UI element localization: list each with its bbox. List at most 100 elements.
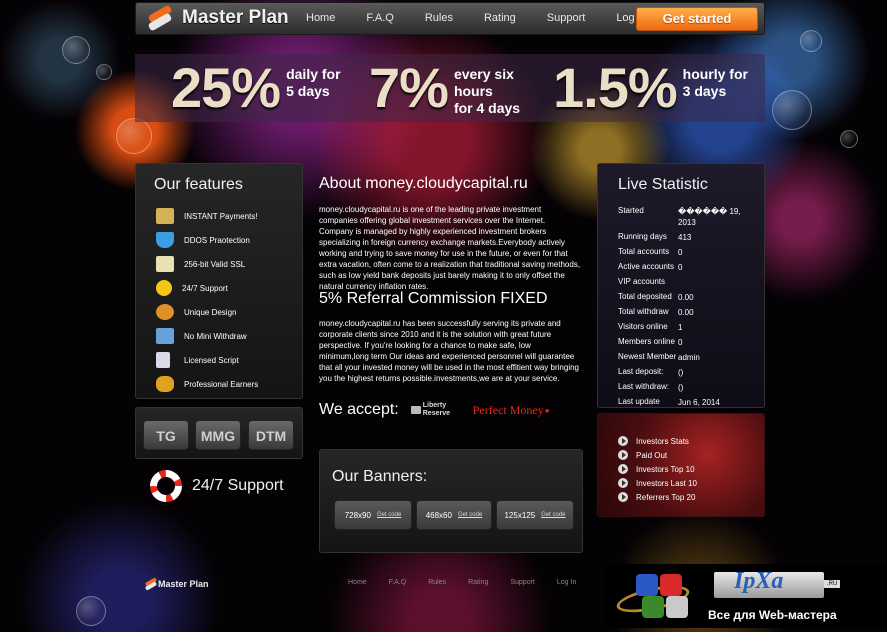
footer-nav-home[interactable]: Home	[348, 579, 367, 586]
stat-row: Total accounts 0	[618, 247, 760, 258]
stat-key: Total deposited	[618, 292, 672, 301]
badge-tg[interactable]: TG	[143, 420, 189, 450]
ipxa-watermark: IpXa .RU Все для Web-мастера	[604, 564, 887, 628]
logo-mark-icon	[146, 4, 174, 32]
monitor-icon	[156, 328, 174, 344]
brand-logo[interactable]: Master Plan	[146, 4, 289, 32]
banner-125x125-button[interactable]: 125x125 Get code	[496, 500, 574, 530]
bubble	[800, 30, 822, 52]
stat-value: 0.00	[678, 308, 694, 317]
stat-value	[678, 277, 760, 286]
rate-desc-line: 5 days	[286, 83, 330, 99]
stat-value: ()	[678, 383, 684, 392]
badge-mmg[interactable]: MMG	[195, 420, 241, 450]
link-paid-out[interactable]: Paid Out	[598, 448, 764, 462]
stat-value: 1	[678, 323, 683, 332]
stat-key: Visitors online	[618, 322, 668, 331]
badge-dtm[interactable]: DTM	[248, 420, 294, 450]
arrow-right-icon	[618, 436, 628, 446]
feature-item: 24/7 Support	[136, 276, 302, 300]
features-title: Our features	[154, 176, 243, 193]
footer-nav-login[interactable]: Log In	[557, 579, 576, 586]
payment-methods: We accept: Liberty Reserve Perfect Money …	[319, 401, 550, 419]
get-code-link[interactable]: Get code	[458, 512, 482, 518]
stat-row: Total withdraw 0.00	[618, 307, 760, 318]
rate-value: 7%	[369, 56, 449, 119]
get-code-link[interactable]: Get code	[377, 512, 401, 518]
perfect-money-logo[interactable]: Perfect Money	[473, 403, 544, 418]
banner-468x60-button[interactable]: 468x60 Get code	[416, 500, 492, 530]
banner-728x90-button[interactable]: 728x90 Get code	[334, 500, 412, 530]
feature-label: Professional Earners	[184, 379, 259, 389]
stat-row: Visitors online 1	[618, 322, 760, 333]
bubble	[96, 64, 112, 80]
link-investors-stats[interactable]: Investors Stats	[598, 434, 764, 448]
rate-desc-line: daily for	[286, 66, 341, 82]
stat-key: Active accounts	[618, 262, 675, 271]
support-block[interactable]: 24/7 Support	[150, 470, 284, 502]
nav-rules[interactable]: Rules	[425, 12, 453, 24]
stat-value: 0.00	[678, 293, 694, 302]
rate-desc-line: hourly for	[682, 66, 748, 82]
stats-title: Live Statistic	[618, 176, 708, 193]
stat-row: Total deposited 0.00	[618, 292, 760, 303]
nav-home[interactable]: Home	[306, 12, 335, 24]
nav-rating[interactable]: Rating	[484, 12, 516, 24]
ipxa-tagline: Все для Web-мастера	[708, 608, 837, 622]
rate-value: 1.5%	[553, 56, 678, 119]
feature-label: Licensed Script	[184, 355, 239, 365]
get-code-link[interactable]: Get code	[541, 512, 565, 518]
stat-value: 0	[678, 263, 683, 272]
investor-links-panel: Investors Stats Paid Out Investors Top 1…	[597, 413, 765, 517]
footer-nav-support[interactable]: Support	[510, 579, 535, 586]
features-panel: Our features INSTANT Payments! DDOS Prao…	[135, 163, 303, 399]
stat-value: ������ 19, 2013	[678, 207, 741, 227]
feature-item: Unique Design	[136, 300, 302, 324]
bubble	[76, 596, 106, 626]
smiley-icon	[156, 280, 172, 296]
feature-item: Licensed Script	[136, 348, 302, 372]
nav-faq[interactable]: F.A.Q	[366, 12, 394, 24]
rate-plan-1: 25% daily for 5 days	[171, 58, 341, 118]
footer-nav-rules[interactable]: Rules	[428, 579, 446, 586]
link-referrers-top-20[interactable]: Referrers Top 20	[598, 490, 764, 504]
feature-item: DDOS Praotection	[136, 228, 302, 252]
stat-key: Last withdraw:	[618, 382, 670, 391]
stat-value: 0	[678, 338, 683, 347]
footer-brand: Master Plan	[158, 579, 209, 589]
nav-support[interactable]: Support	[547, 12, 586, 24]
rate-desc-line: for 4 days	[453, 100, 521, 116]
bubble	[116, 118, 152, 154]
link-label: Investors Last 10	[636, 478, 697, 488]
about-text: money.cloudycapital.ru is one of the lea…	[319, 205, 581, 291]
arrow-right-icon	[618, 464, 628, 474]
link-label: Referrers Top 20	[636, 492, 696, 502]
footer-nav-faq[interactable]: F.A.Q	[389, 579, 407, 586]
stat-key: Members online	[618, 337, 675, 346]
perfect-money-dot-icon: ●	[544, 405, 550, 415]
footer-nav: Home F.A.Q Rules Rating Support Log In	[348, 579, 598, 586]
rate-plan-2: 7% every six hours for 4 days	[369, 58, 520, 118]
stat-key: VIP accounts	[618, 277, 665, 286]
top-nav-bar: Master Plan Home F.A.Q Rules Rating Supp…	[135, 2, 765, 35]
banners-panel: Our Banners: 728x90 Get code 468x60 Get …	[319, 449, 583, 553]
cubes-globe-icon	[614, 570, 692, 622]
banner-size: 728x90	[344, 510, 371, 520]
link-investors-last-10[interactable]: Investors Last 10	[598, 476, 764, 490]
get-started-button[interactable]: Get started	[636, 7, 758, 31]
feature-label: No Mini Withdraw	[184, 331, 247, 341]
bubble	[840, 130, 858, 148]
link-investors-top-10[interactable]: Investors Top 10	[598, 462, 764, 476]
shield-icon	[156, 232, 174, 248]
stat-value: ()	[678, 368, 684, 377]
about-title: About money.cloudycapital.ru	[319, 175, 528, 192]
bubble	[772, 90, 812, 130]
main-nav: Home F.A.Q Rules Rating Support Log In	[306, 12, 678, 24]
liberty-reserve-text: Liberty Reserve	[422, 402, 450, 417]
liberty-reserve-logo[interactable]: Liberty Reserve	[409, 401, 467, 419]
footer-nav-rating[interactable]: Rating	[468, 579, 488, 586]
footer-logo[interactable]: Master Plan	[140, 577, 209, 591]
stat-value: 0	[678, 248, 683, 257]
monitor-badges-panel: TG MMG DTM	[135, 407, 303, 459]
stat-row: VIP accounts	[618, 277, 760, 286]
